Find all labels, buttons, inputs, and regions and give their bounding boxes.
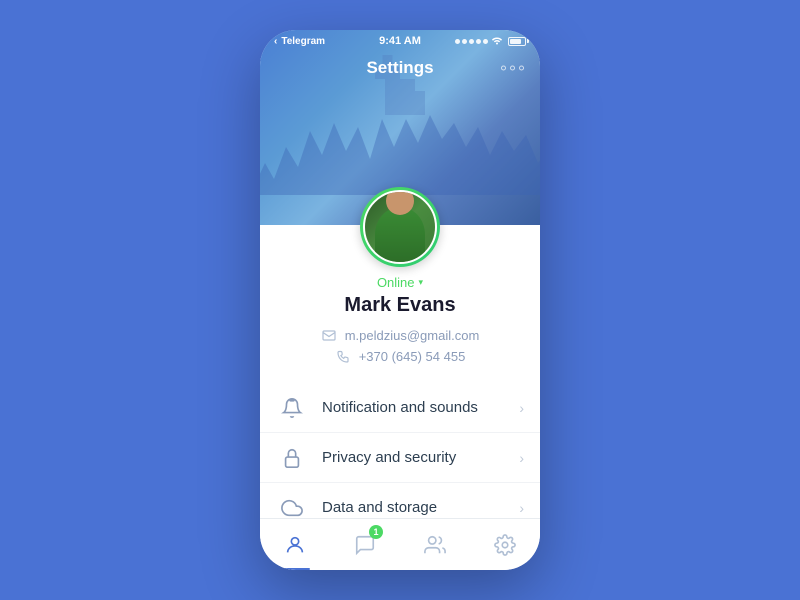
profile-phone-row: +370 (645) 54 455	[335, 348, 466, 364]
privacy-label: Privacy and security	[322, 449, 519, 466]
tab-chats[interactable]: 1	[330, 519, 400, 570]
chevron-down-icon: ▾	[419, 277, 424, 288]
carrier-label: Telegram	[281, 36, 325, 47]
data-label: Data and storage	[322, 499, 519, 516]
header-section: Settings	[260, 30, 540, 225]
profile-name: Mark Evans	[344, 294, 455, 317]
header-action-dots[interactable]	[501, 66, 524, 71]
profile-email-row: m.peldzius@gmail.com	[321, 327, 480, 343]
tab-contacts[interactable]	[400, 519, 470, 570]
avatar-person	[365, 192, 435, 262]
status-left: ‹ Telegram	[274, 36, 325, 47]
wifi-icon	[491, 35, 503, 48]
signal-icon	[455, 39, 488, 44]
avatar-body	[375, 207, 425, 262]
settings-item-notifications[interactable]: Notification and sounds ›	[260, 383, 540, 433]
cloud-icon	[276, 492, 308, 519]
avatar-head	[386, 190, 414, 215]
contacts-tab-icon	[423, 533, 447, 557]
settings-item-privacy[interactable]: Privacy and security ›	[260, 433, 540, 483]
tab-profile[interactable]	[260, 519, 330, 570]
chevron-right-icon: ›	[519, 400, 524, 416]
online-status[interactable]: Online ▾	[377, 275, 423, 290]
phone-frame: ‹ Telegram 9:41 AM Setti	[260, 30, 540, 570]
profile-phone: +370 (645) 54 455	[359, 349, 466, 364]
chats-badge: 1	[369, 525, 383, 539]
status-time: 9:41 AM	[379, 35, 421, 47]
chevron-right-icon: ›	[519, 500, 524, 516]
status-right	[455, 35, 526, 48]
tab-settings[interactable]	[470, 519, 540, 570]
email-icon	[321, 327, 337, 343]
profile-tab-icon	[283, 533, 307, 557]
avatar-ring	[360, 187, 440, 267]
chevron-right-icon: ›	[519, 450, 524, 466]
online-label: Online	[377, 275, 415, 290]
lock-icon	[276, 442, 308, 474]
back-arrow: ‹	[274, 36, 277, 47]
settings-list: Notification and sounds › Privacy and se…	[260, 383, 540, 518]
page-title: Settings	[366, 58, 433, 78]
settings-item-data[interactable]: Data and storage ›	[260, 483, 540, 518]
notifications-label: Notification and sounds	[322, 399, 519, 416]
battery-icon	[508, 37, 526, 46]
status-bar: ‹ Telegram 9:41 AM	[260, 30, 540, 52]
tab-bar: 1	[260, 518, 540, 570]
avatar-container[interactable]	[360, 187, 440, 267]
avatar	[363, 190, 437, 264]
phone-icon	[335, 348, 351, 364]
bell-icon	[276, 392, 308, 424]
header-title-bar: Settings	[260, 52, 540, 84]
profile-email: m.peldzius@gmail.com	[345, 328, 480, 343]
settings-tab-icon	[493, 533, 517, 557]
